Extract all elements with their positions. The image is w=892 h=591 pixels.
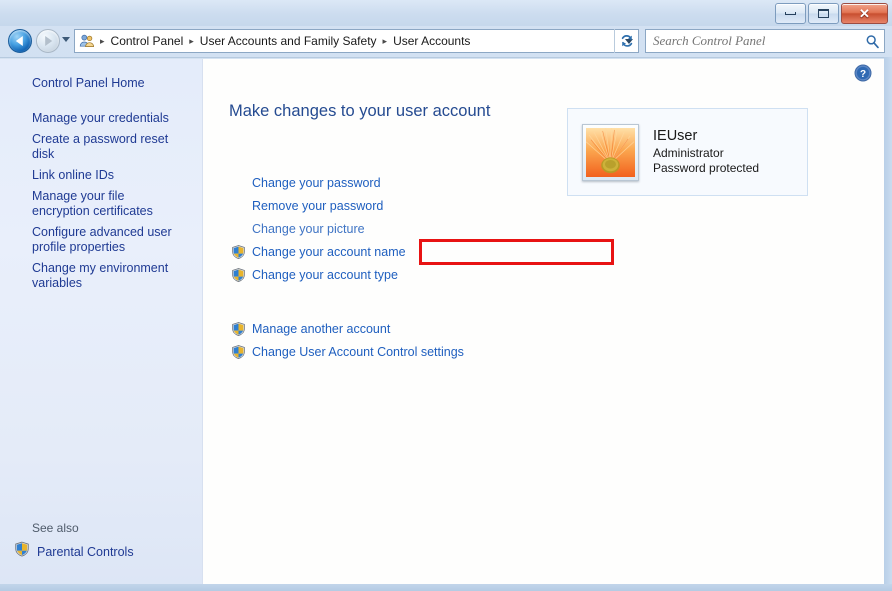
sidebar-item-manage-your-file-encryption-certificates[interactable]: Manage your file encryption certificates [0,186,202,222]
link-change-your-account-type[interactable]: Change your account type [225,263,565,286]
shield-icon [231,321,252,337]
minimize-icon [785,12,796,15]
user-role: Administrator [653,145,724,160]
help-button[interactable]: ? [854,64,872,82]
back-button[interactable] [8,29,32,53]
control-panel-window: ✕ ▸ Control Panel ▸ User Accounts and Fa… [0,0,892,591]
breadcrumb-separator: ▸ [382,35,388,46]
link-remove-your-password[interactable]: Remove your password [225,194,565,217]
link-change-your-account-name[interactable]: Change your account name [225,240,565,263]
breadcrumb-item-control-panel[interactable]: Control Panel [108,33,187,49]
maximize-button[interactable] [808,3,839,24]
search-input[interactable] [646,32,860,50]
task-label: Change your account type [252,267,398,282]
task-label: Change your account name [252,244,406,259]
breadcrumb-separator: ▸ [189,35,194,46]
account-task-list: Change your password Remove your passwor… [225,171,565,286]
maximize-icon [818,9,829,18]
close-icon: ✕ [859,6,870,21]
user-info: IEUser Administrator Password protected [653,127,760,176]
shield-icon [231,244,252,260]
task-label: Remove your password [252,198,384,213]
sidebar-links: Control Panel Home Manage your credentia… [0,59,202,294]
search-icon[interactable] [860,34,884,49]
sidebar: Control Panel Home Manage your credentia… [0,59,203,584]
see-also-label: See also [32,521,79,535]
sidebar-item-parental-controls[interactable]: Parental Controls [0,539,202,564]
task-label: Change your picture [252,221,365,236]
forward-button[interactable] [36,29,60,53]
user-password-state: Password protected [653,160,760,175]
account-management-task-list: Manage another account Change User Accou… [225,317,565,363]
avatar [582,123,639,181]
link-change-user-account-control-settings[interactable]: Change User Account Control settings [225,340,565,363]
address-bar[interactable]: ▸ Control Panel ▸ User Accounts and Fami… [74,29,639,53]
minimize-button[interactable] [775,3,806,24]
title-bar: ✕ [0,0,892,26]
sidebar-item-link-online-ids[interactable]: Link online IDs [0,165,202,186]
task-label: Manage another account [252,321,391,336]
user-account-card: IEUser Administrator Password protected [567,108,808,196]
refresh-button[interactable] [614,29,639,53]
forward-arrow-icon [45,36,53,46]
content-pane: ? Make changes to your user account Chan… [203,59,884,584]
link-change-your-password[interactable]: Change your password [225,171,565,194]
user-accounts-icon [79,33,95,49]
close-button[interactable]: ✕ [841,3,888,24]
sidebar-item-manage-your-credentials[interactable]: Manage your credentials [0,108,202,129]
breadcrumb: ▸ Control Panel ▸ User Accounts and Fami… [75,30,620,52]
flower-avatar-icon [586,127,635,177]
sidebar-item-configure-advanced-user-profile-properties[interactable]: Configure advanced user profile properti… [0,222,202,258]
refresh-icon [621,35,633,47]
see-also-section: See also Parental Controls [0,521,202,564]
task-label: Change your password [252,175,381,190]
sidebar-item-create-a-password-reset-disk[interactable]: Create a password reset disk [0,129,202,165]
window-controls: ✕ [775,3,888,24]
search-box[interactable] [645,29,885,53]
breadcrumb-item-user-accounts[interactable]: User Accounts [390,33,473,49]
window-border-bottom [0,584,892,591]
navigation-bar: ▸ Control Panel ▸ User Accounts and Fami… [0,26,892,57]
shield-icon [231,267,252,283]
recent-pages-dropdown[interactable] [62,37,70,42]
page-title: Make changes to your user account [229,102,491,120]
breadcrumb-separator: ▸ [100,35,105,46]
help-icon: ? [854,64,872,82]
sidebar-item-control-panel-home[interactable]: Control Panel Home [0,73,202,94]
sidebar-item-label: Parental Controls [37,544,134,559]
svg-text:?: ? [860,69,866,80]
back-arrow-icon [15,36,23,46]
window-body: Control Panel Home Manage your credentia… [0,59,884,584]
user-name: IEUser [653,127,698,144]
shield-icon [231,344,252,360]
task-label: Change User Account Control settings [252,344,464,359]
window-border-right [884,57,892,591]
link-manage-another-account[interactable]: Manage another account [225,317,565,340]
link-change-your-picture[interactable]: Change your picture [225,217,565,240]
sidebar-item-change-my-environment-variables[interactable]: Change my environment variables [0,258,202,294]
breadcrumb-item-user-accounts-and-family-safety[interactable]: User Accounts and Family Safety [197,33,380,49]
shield-icon [14,541,30,562]
